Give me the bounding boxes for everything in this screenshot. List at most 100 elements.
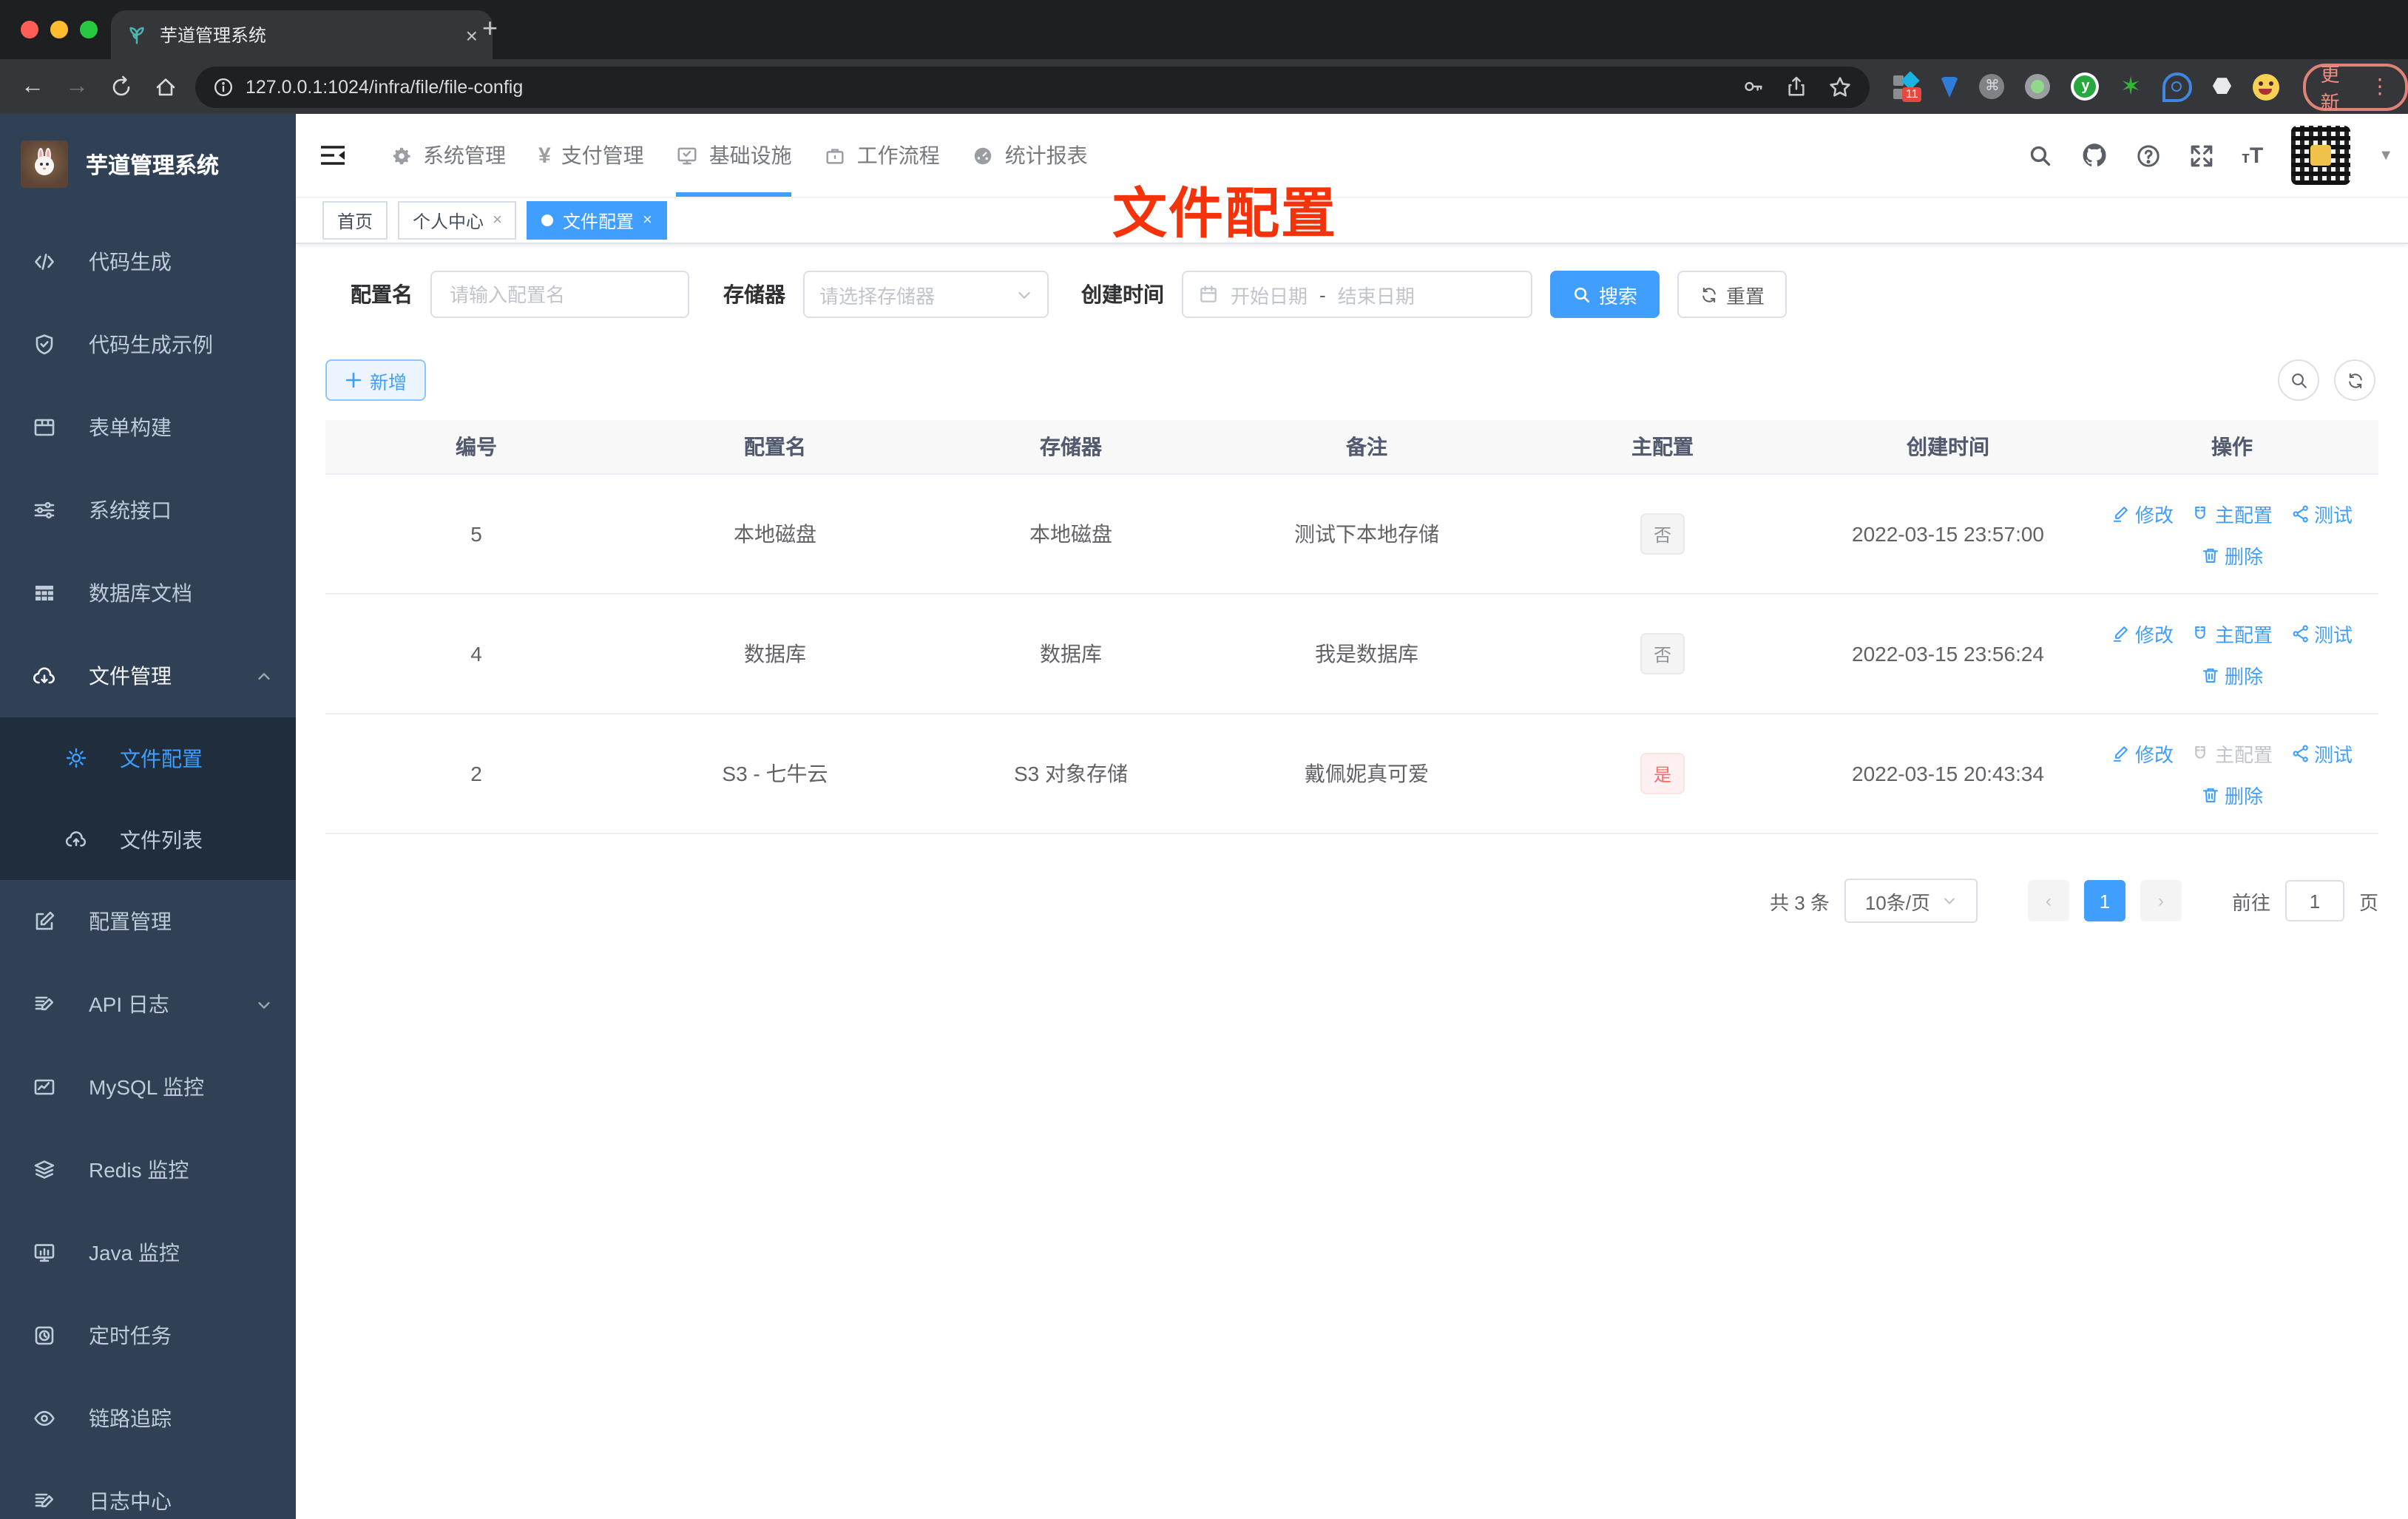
sidebar-item-code-gen-demo[interactable]: 代码生成示例 bbox=[0, 303, 296, 386]
extensions-puzzle-icon[interactable]: ⬣ bbox=[2212, 75, 2231, 98]
extension-y-icon[interactable]: y bbox=[2071, 72, 2100, 101]
create-time-range-picker[interactable]: 开始日期 - 结束日期 bbox=[1182, 271, 1532, 318]
storage-select[interactable]: 请选择存储器 bbox=[803, 271, 1049, 318]
sidebar-item-config-manage[interactable]: 配置管理 bbox=[0, 880, 296, 963]
url-text[interactable]: 127.0.0.1:1024/infra/file/file-config bbox=[246, 76, 1722, 97]
browser-menu-icon[interactable]: ⋮ bbox=[2370, 74, 2390, 99]
tag-profile[interactable]: 个人中心 × bbox=[398, 201, 517, 240]
nav-infrastructure[interactable]: 基础设施 bbox=[676, 114, 792, 197]
browser-tab[interactable]: 芋道管理系统 × bbox=[111, 10, 493, 59]
sidebar-item-db-doc[interactable]: 数据库文档 bbox=[0, 552, 296, 635]
end-date-placeholder[interactable]: 结束日期 bbox=[1338, 280, 1415, 308]
address-bar[interactable]: 127.0.0.1:1024/infra/file/file-config bbox=[195, 66, 1870, 107]
sidebar-item-mysql-monitor[interactable]: MySQL 监控 bbox=[0, 1046, 296, 1129]
browser-update-button[interactable]: 更新 ⋮ bbox=[2302, 63, 2408, 113]
delete-action[interactable]: 删除 bbox=[2201, 660, 2263, 689]
sidebar-item-log-center[interactable]: 日志中心 bbox=[0, 1460, 296, 1519]
sidebar-item-api-log[interactable]: API 日志 bbox=[0, 963, 296, 1046]
magnet-icon bbox=[2196, 626, 2206, 638]
delete-action[interactable]: 删除 bbox=[2201, 780, 2263, 808]
cloud-upload-icon bbox=[65, 831, 87, 847]
bookmark-star-icon[interactable] bbox=[1829, 75, 1853, 98]
current-page-button[interactable]: 1 bbox=[2083, 880, 2125, 921]
sidebar-item-file-list[interactable]: 文件列表 bbox=[0, 799, 296, 880]
sidebar-item-file-config[interactable]: 文件配置 bbox=[0, 717, 296, 799]
extension-command-icon[interactable]: ⌘ bbox=[1979, 74, 2005, 99]
search-button[interactable]: 搜索 bbox=[1550, 271, 1660, 318]
sidebar-item-file-manage[interactable]: 文件管理 bbox=[0, 635, 296, 717]
chevron-down-icon bbox=[256, 996, 272, 1012]
header-right-icons: тT ▼ bbox=[2027, 126, 2393, 185]
nav-report[interactable]: 统计报表 bbox=[973, 114, 1088, 197]
help-icon[interactable] bbox=[2135, 143, 2160, 168]
tag-home[interactable]: 首页 bbox=[322, 201, 388, 240]
user-avatar[interactable] bbox=[2291, 126, 2351, 185]
share-icon[interactable] bbox=[1786, 75, 1808, 98]
extension-emoji-icon[interactable] bbox=[2252, 73, 2279, 100]
extension-drop-icon[interactable] bbox=[1941, 76, 1959, 97]
reset-button[interactable]: 重置 bbox=[1677, 271, 1788, 318]
edit-action[interactable]: 修改 bbox=[2111, 619, 2174, 647]
sidebar-item-trace[interactable]: 链路追踪 bbox=[0, 1377, 296, 1460]
sidebar-item-redis-monitor[interactable]: Redis 监控 bbox=[0, 1129, 296, 1211]
home-icon[interactable] bbox=[154, 75, 177, 98]
tag-file-config[interactable]: 文件配置 × bbox=[527, 201, 667, 240]
add-button[interactable]: 新增 bbox=[325, 359, 427, 401]
cell-storage: 数据库 bbox=[1040, 642, 1102, 666]
main-area: 系统管理 ¥ 支付管理 基础设施 工作流程 统计报表 тT ▼ 首页 个人中心 … bbox=[296, 114, 2408, 1519]
minimize-window-button[interactable] bbox=[50, 21, 68, 38]
fullscreen-icon[interactable] bbox=[2188, 143, 2213, 168]
avatar-caret-icon[interactable]: ▼ bbox=[2378, 147, 2393, 163]
zoom-window-button[interactable] bbox=[80, 21, 98, 38]
search-icon[interactable] bbox=[2027, 143, 2052, 168]
page-size-select[interactable]: 10条/页 bbox=[1844, 879, 1978, 923]
window-controls bbox=[21, 21, 98, 38]
nav-pay-manage[interactable]: ¥ 支付管理 bbox=[538, 114, 644, 197]
test-action[interactable]: 测试 bbox=[2290, 739, 2353, 767]
test-action[interactable]: 测试 bbox=[2290, 499, 2353, 527]
extension-eye-icon[interactable] bbox=[2162, 72, 2192, 101]
master-action[interactable]: 主配置 bbox=[2191, 499, 2273, 527]
next-page-button[interactable]: › bbox=[2140, 880, 2182, 921]
nav-workflow[interactable]: 工作流程 bbox=[825, 114, 940, 197]
new-tab-button[interactable]: + bbox=[482, 15, 498, 41]
top-nav: 系统管理 ¥ 支付管理 基础设施 工作流程 统计报表 bbox=[390, 114, 1088, 197]
extension-dot-icon[interactable] bbox=[2025, 74, 2051, 99]
delete-action[interactable]: 删除 bbox=[2201, 541, 2263, 569]
tab-close-icon[interactable]: × bbox=[466, 23, 478, 47]
sidebar-item-java-monitor[interactable]: Java 监控 bbox=[0, 1211, 296, 1294]
close-icon[interactable]: × bbox=[493, 212, 502, 229]
start-date-placeholder[interactable]: 开始日期 bbox=[1231, 280, 1308, 308]
extension-badge-icon[interactable]: 11 bbox=[1893, 70, 1921, 101]
font-size-icon[interactable]: тT bbox=[2242, 143, 2263, 168]
extension-star-icon[interactable]: ✶ bbox=[2120, 74, 2142, 99]
nav-system-manage[interactable]: 系统管理 bbox=[390, 114, 506, 197]
password-key-icon[interactable] bbox=[1743, 75, 1765, 98]
close-window-button[interactable] bbox=[21, 21, 38, 38]
edit-action[interactable]: 修改 bbox=[2111, 739, 2174, 767]
reload-icon[interactable] bbox=[109, 75, 133, 98]
cell-name: S3 - 七牛云 bbox=[722, 762, 828, 785]
sidebar-item-code-gen[interactable]: 代码生成 bbox=[0, 220, 296, 303]
sidebar-item-system-api[interactable]: 系统接口 bbox=[0, 469, 296, 552]
master-action[interactable]: 主配置 bbox=[2191, 619, 2273, 647]
chevron-down-icon bbox=[1944, 898, 1955, 904]
form-build-icon bbox=[34, 419, 55, 436]
back-icon[interactable]: ← bbox=[21, 73, 44, 100]
close-icon[interactable]: × bbox=[643, 212, 652, 229]
menu-fold-icon[interactable] bbox=[319, 143, 346, 167]
logo-rabbit-avatar bbox=[21, 141, 68, 188]
goto-page-input[interactable] bbox=[2284, 880, 2344, 921]
master-action: 主配置 bbox=[2191, 739, 2273, 767]
sidebar-logo[interactable]: 芋道管理系统 bbox=[0, 114, 296, 203]
refresh-list-button[interactable] bbox=[2334, 359, 2375, 401]
sidebar-item-form-build[interactable]: 表单构建 bbox=[0, 386, 296, 469]
github-icon[interactable] bbox=[2080, 142, 2107, 169]
config-name-input[interactable] bbox=[430, 271, 689, 318]
test-action[interactable]: 测试 bbox=[2290, 619, 2353, 647]
red-annotation-text: 文件配置 bbox=[1112, 183, 1337, 244]
toggle-search-button[interactable] bbox=[2278, 359, 2319, 401]
sidebar-item-cron-job[interactable]: 定时任务 bbox=[0, 1294, 296, 1377]
edit-action[interactable]: 修改 bbox=[2111, 499, 2174, 527]
site-info-icon[interactable] bbox=[213, 76, 234, 97]
